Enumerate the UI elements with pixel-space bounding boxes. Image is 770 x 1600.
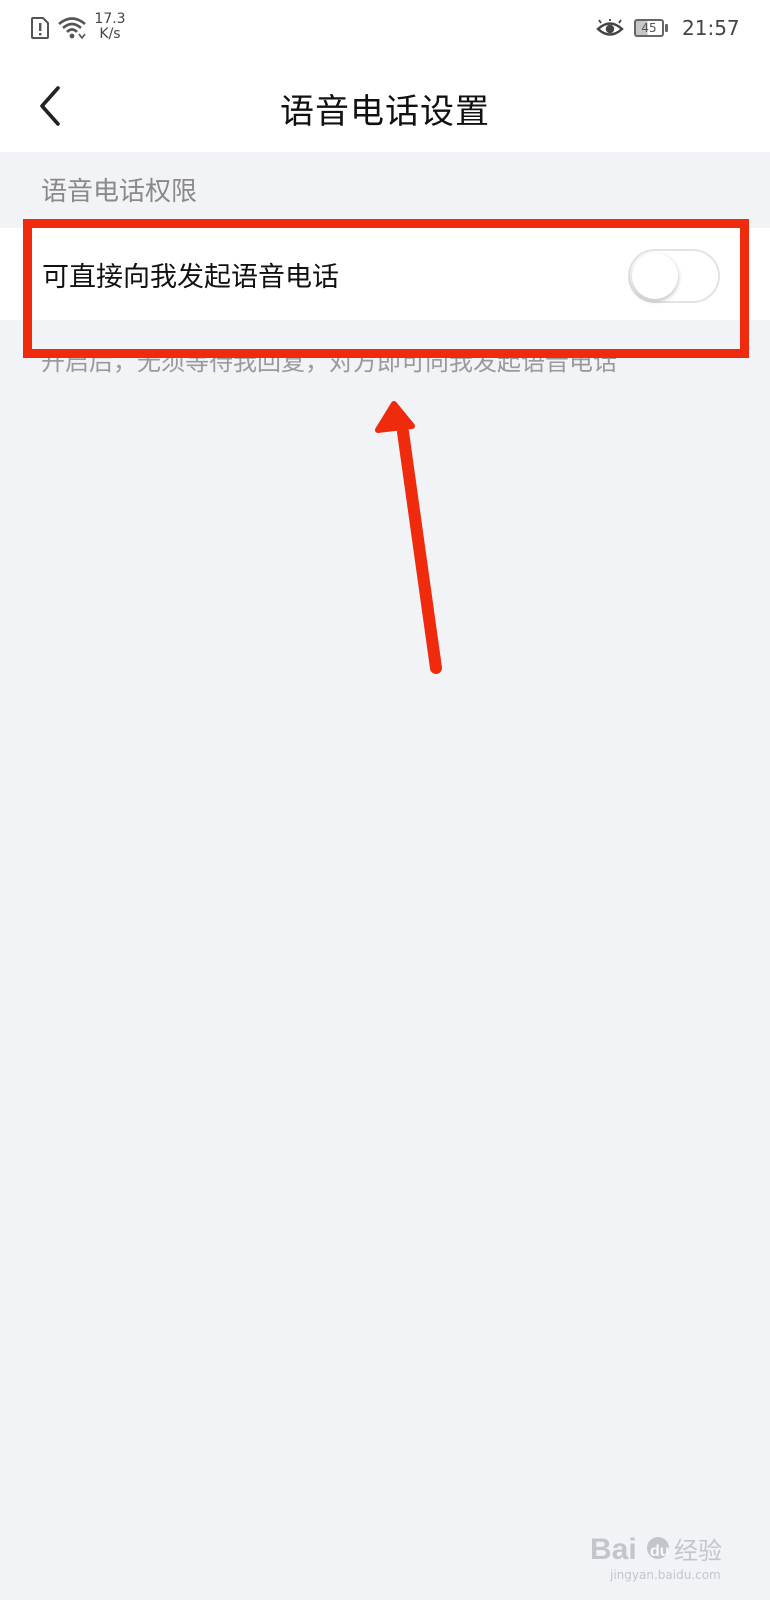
alert-card-icon	[31, 17, 49, 39]
toggle-knob	[632, 253, 678, 299]
clock: 21:57	[682, 16, 740, 40]
svg-text:jingyan.baidu.com: jingyan.baidu.com	[609, 1568, 721, 1582]
nav-bar: 语音电话设置	[0, 60, 770, 152]
setting-label: 可直接向我发起语音电话	[42, 262, 339, 293]
svg-text:Bai: Bai	[590, 1533, 637, 1566]
network-speed: 17.3 K/s	[92, 12, 128, 42]
eye-comfort-icon	[596, 19, 624, 36]
speed-value: 17.3	[94, 11, 126, 27]
baidu-watermark-logo: Bai du 经验 jingyan.baidu.com	[590, 1533, 722, 1582]
section-header: 语音电话权限	[41, 177, 198, 207]
speed-unit: K/s	[99, 26, 121, 42]
setting-description: 开启后，无须等待我回复，对方即可向我发起语音电话	[41, 348, 617, 376]
svg-text:du: du	[650, 1543, 670, 1560]
voice-call-toggle[interactable]	[628, 249, 720, 303]
svg-text:经验: 经验	[674, 1537, 722, 1565]
page-title: 语音电话设置	[280, 92, 490, 132]
battery-icon: 45	[634, 19, 670, 39]
battery-tip	[665, 24, 668, 32]
wifi-icon	[58, 17, 86, 40]
status-bar: 17.3 K/s 45 21:57	[0, 0, 770, 60]
battery-level: 45	[634, 19, 664, 37]
